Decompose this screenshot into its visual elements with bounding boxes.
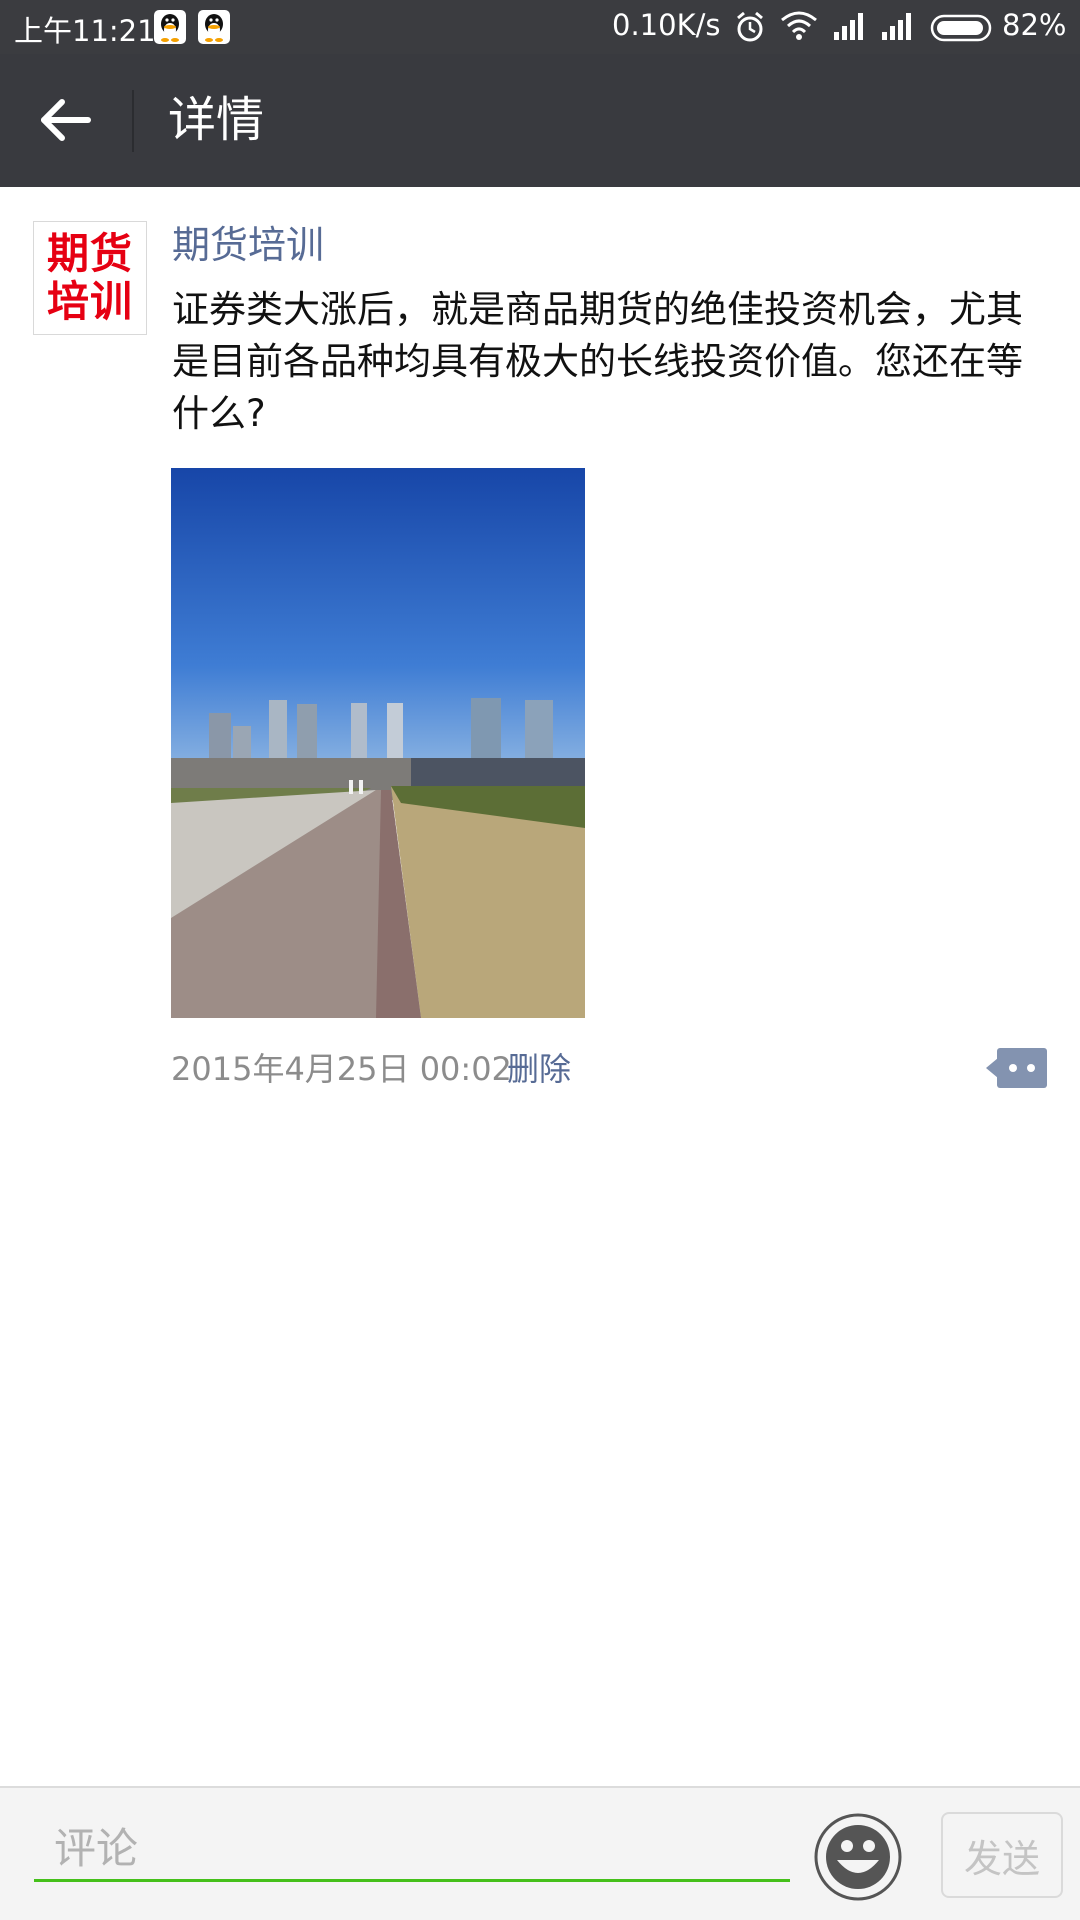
title-bar: 详情 (0, 54, 1080, 187)
post-content: 证券类大涨后，就是商品期货的绝佳投资机会，尤其是目前各品种均具有极大的长线投资价… (172, 288, 1023, 435)
battery-percent: 82% (1002, 8, 1067, 42)
comment-input[interactable] (34, 1818, 790, 1882)
arrow-left-icon (41, 99, 91, 141)
author-name[interactable]: 期货培训 (172, 220, 324, 270)
smiley-icon (814, 1813, 902, 1901)
emoji-button[interactable] (813, 1812, 903, 1902)
back-button[interactable] (28, 88, 108, 152)
send-button[interactable]: 发送 (941, 1812, 1063, 1898)
post-image[interactable] (171, 468, 585, 1018)
avatar-text-line: 培训 (46, 277, 133, 326)
net-speed: 0.10K/s (612, 8, 721, 42)
wifi-icon (781, 11, 817, 40)
battery-icon (930, 14, 992, 42)
delete-link[interactable]: 删除 (507, 1046, 571, 1092)
status-bar: 上午11:21 0.10K/s 82% (0, 0, 1080, 54)
post-timestamp: 2015年4月25日 00:02 (171, 1050, 512, 1088)
qq-icon (198, 10, 230, 44)
alarm-icon (737, 11, 763, 42)
page-title: 详情 (168, 92, 265, 148)
signal-icon (882, 13, 911, 40)
comment-more-icon (986, 1048, 1047, 1088)
comment-bar: 发送 (0, 1786, 1080, 1920)
signal-icon (834, 13, 863, 40)
avatar[interactable]: 期货 培训 (33, 221, 147, 335)
title-divider (132, 90, 134, 152)
avatar-text-line: 期货 (46, 229, 133, 278)
qq-icon (154, 10, 186, 44)
comment-more-button[interactable] (986, 1046, 1048, 1090)
status-time: 上午11:21 (14, 14, 156, 48)
